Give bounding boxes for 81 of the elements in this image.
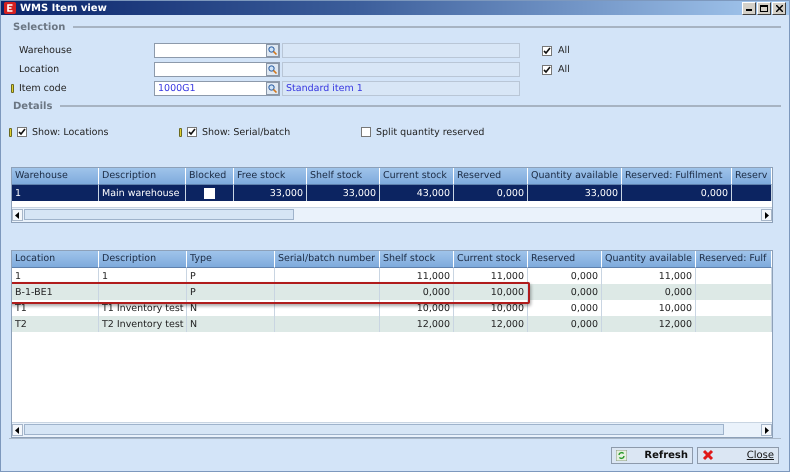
column-header[interactable]: Blocked (186, 168, 234, 185)
field-label: Warehouse (19, 45, 73, 56)
table-cell: 33,000 (234, 185, 307, 201)
input-field[interactable] (154, 62, 280, 77)
column-header[interactable]: Reserved: Fulf (696, 251, 772, 268)
scroll-right-icon[interactable] (761, 209, 772, 221)
close-icon (702, 449, 714, 461)
section-title: Details (12, 100, 52, 112)
column-header[interactable]: Reserv (732, 168, 772, 185)
checkbox-label: Show: Locations (32, 126, 108, 138)
table-cell: 43,000 (380, 185, 454, 201)
column-header[interactable]: Type (187, 251, 275, 268)
table-cell: 0,000 (454, 185, 528, 201)
table-cell: 10,000 (454, 284, 528, 300)
table-cell: Main warehouse (99, 185, 186, 201)
search-icon[interactable] (266, 82, 279, 95)
window-title: WMS Item view (20, 2, 108, 14)
table-cell: B-1-BE1 (12, 284, 99, 300)
checkbox[interactable] (542, 46, 552, 56)
table-cell: 12,000 (602, 316, 696, 332)
table-cell: 0,000 (528, 284, 602, 300)
table-cell: 0,000 (602, 284, 696, 300)
table-cell: T2 (12, 316, 99, 332)
column-header[interactable]: Reserved (528, 251, 602, 268)
checkbox-label: All (558, 64, 570, 75)
checkbox[interactable] (542, 64, 552, 74)
horizontal-scrollbar[interactable] (12, 207, 772, 222)
field-label: Location (19, 64, 60, 75)
column-header[interactable]: Warehouse (12, 168, 99, 185)
minimize-button[interactable] (742, 2, 756, 14)
scroll-left-icon[interactable] (12, 209, 23, 221)
scroll-right-icon[interactable] (761, 424, 772, 436)
section-title: Selection (12, 22, 66, 32)
table-cell: 12,000 (380, 316, 454, 332)
column-header[interactable]: Quantity available (528, 168, 622, 185)
column-header[interactable]: Current stock (454, 251, 528, 268)
close-button[interactable]: Close (697, 446, 779, 464)
close-icon (776, 4, 782, 12)
input-field[interactable]: 1000G1 (154, 81, 280, 96)
column-header[interactable]: Shelf stock (307, 168, 380, 185)
column-header[interactable]: Serial/batch number (275, 251, 380, 268)
column-header[interactable]: Reserved: Fulfilment (622, 168, 732, 185)
search-icon[interactable] (266, 44, 279, 57)
field-label: Item code (19, 83, 68, 94)
refresh-button[interactable]: Refresh (611, 446, 693, 464)
table-cell (732, 185, 772, 201)
search-icon[interactable] (266, 63, 279, 76)
column-header[interactable]: Description (99, 168, 186, 185)
table-cell: 12,000 (454, 316, 528, 332)
column-header[interactable]: Quantity available (602, 251, 696, 268)
column-header[interactable]: Current stock (380, 168, 454, 185)
checkbox-label: Show: Serial/batch (202, 126, 290, 138)
checkbox[interactable] (204, 188, 215, 198)
description-field: Standard item 1 (282, 81, 520, 96)
checkbox[interactable] (361, 127, 371, 137)
scroll-left-icon[interactable] (12, 424, 23, 436)
maximize-button[interactable] (757, 2, 771, 14)
column-header[interactable]: Reserved (454, 168, 528, 185)
checkbox-label: All (558, 45, 570, 56)
table-cell: 33,000 (528, 185, 622, 201)
table-cell: 0,000 (380, 284, 454, 300)
refresh-icon (616, 450, 627, 460)
horizontal-scrollbar[interactable] (12, 422, 772, 437)
table-cell: P (187, 284, 275, 300)
table-cell: 0,000 (528, 316, 602, 332)
table-cell: 33,000 (307, 185, 380, 201)
input-field[interactable] (154, 43, 280, 58)
close-button[interactable] (772, 2, 786, 14)
column-header[interactable]: Free stock (234, 168, 307, 185)
column-header[interactable]: Description (99, 251, 187, 268)
app-logo-icon (4, 2, 16, 14)
table-cell: 1 (12, 185, 99, 201)
column-header[interactable]: Shelf stock (380, 251, 454, 268)
table-cell: T2 Inventory test (99, 316, 187, 332)
column-header[interactable]: Location (12, 251, 99, 268)
checkbox[interactable] (187, 127, 197, 137)
checkbox-label: Split quantity reserved (376, 126, 484, 138)
checkbox[interactable] (17, 127, 27, 137)
table-cell: N (187, 316, 275, 332)
maximize-icon (760, 4, 768, 12)
table-cell: 0,000 (622, 185, 732, 201)
